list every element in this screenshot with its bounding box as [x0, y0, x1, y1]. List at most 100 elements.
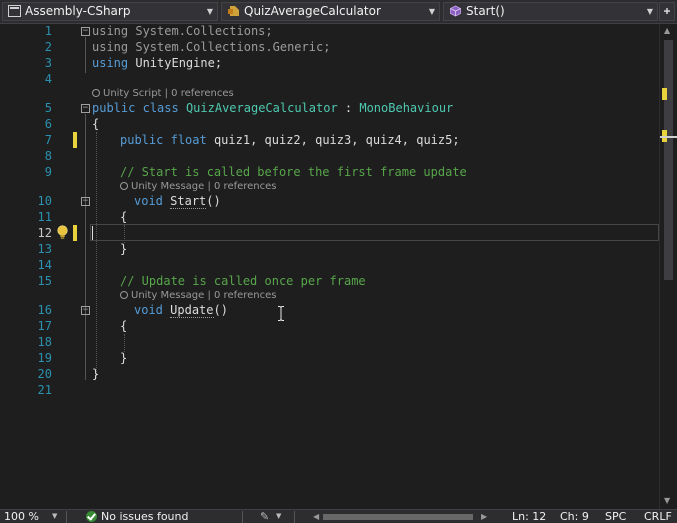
- code-comment[interactable]: // Update is called once per frame: [120, 273, 366, 289]
- code-line-17[interactable]: {: [120, 318, 127, 334]
- divider: [242, 511, 243, 523]
- outline-line: [85, 114, 86, 380]
- chevron-down-icon[interactable]: ▼: [276, 510, 281, 523]
- csharp-project-icon: [8, 5, 21, 17]
- line-number: 13: [37, 242, 52, 256]
- type-dropdown[interactable]: QuizAverageCalculator ▼: [221, 2, 440, 21]
- line-number: 17: [37, 319, 52, 333]
- chevron-down-icon: ▼: [428, 7, 435, 16]
- collapse-toggle[interactable]: −: [81, 104, 90, 113]
- line-number: 15: [37, 274, 52, 288]
- code-line-2[interactable]: using System.Collections.Generic;: [92, 39, 330, 55]
- keyword: class: [142, 101, 179, 115]
- line-indicator[interactable]: Ln: 12: [512, 510, 546, 523]
- keyword: public: [92, 101, 136, 115]
- line-ending-indicator[interactable]: CRLF: [644, 510, 672, 523]
- zoom-level[interactable]: 100 %: [4, 510, 39, 523]
- check-circle-icon: [86, 511, 97, 522]
- scroll-caret-marker: [660, 136, 677, 138]
- code-comment[interactable]: // Start is called before the first fram…: [120, 164, 467, 180]
- scroll-up-icon[interactable]: ▲: [664, 26, 670, 35]
- code-line-1[interactable]: using System.Collections;: [92, 23, 273, 39]
- scroll-right-icon[interactable]: ▶: [481, 510, 487, 523]
- line-number: 16: [37, 303, 52, 317]
- unity-icon: [92, 89, 100, 97]
- line-number: 2: [44, 40, 52, 54]
- brush-icon[interactable]: ✎: [260, 510, 269, 523]
- namespace: System.Collections;: [128, 24, 273, 38]
- line-number: 5: [44, 101, 52, 115]
- line-number: 21: [37, 383, 52, 397]
- keyword: void: [134, 303, 163, 317]
- code-line-6[interactable]: {: [92, 116, 99, 132]
- change-marker: [73, 225, 77, 241]
- base-class-name: MonoBehaviour: [359, 101, 454, 115]
- vertical-scrollbar[interactable]: ▲ ▼: [659, 24, 677, 509]
- collapse-toggle[interactable]: −: [81, 27, 90, 36]
- codelens-class-references[interactable]: Unity Script | 0 references: [92, 88, 234, 100]
- code-line-16[interactable]: void Update(): [134, 302, 228, 318]
- code-line-10[interactable]: void Start(): [134, 193, 221, 209]
- divider: [66, 511, 67, 523]
- code-line-11[interactable]: {: [120, 209, 127, 225]
- line-number: 9: [44, 165, 52, 179]
- collapse-toggle[interactable]: −: [81, 197, 90, 206]
- chevron-down-icon[interactable]: ▼: [52, 510, 57, 523]
- method-name: Update: [170, 303, 214, 318]
- line-number: 11: [37, 210, 52, 224]
- keyword: using: [92, 40, 129, 54]
- scrollbar-thumb[interactable]: [323, 514, 473, 520]
- codelens-update-references[interactable]: Unity Message | 0 references: [120, 290, 277, 302]
- line-number-current: 12: [37, 226, 52, 240]
- codelens-start-references[interactable]: Unity Message | 0 references: [120, 181, 277, 193]
- code-line-20[interactable]: }: [92, 366, 99, 382]
- project-dropdown[interactable]: Assembly-CSharp ▼: [2, 2, 218, 21]
- lightbulb-icon[interactable]: [56, 225, 69, 240]
- collapse-toggle[interactable]: −: [81, 306, 90, 315]
- unity-icon: [120, 182, 128, 190]
- line-number: 20: [37, 367, 52, 381]
- class-icon: [228, 6, 239, 16]
- code-line-7[interactable]: public float quiz1, quiz2, quiz3, quiz4,…: [120, 132, 460, 148]
- change-marker: [73, 132, 77, 148]
- keyword: void: [134, 194, 163, 208]
- keyword: float: [170, 133, 207, 147]
- chevron-down-icon: ▼: [646, 7, 653, 16]
- text-cursor-icon: [278, 306, 284, 321]
- code-line-13[interactable]: }: [120, 241, 127, 257]
- line-number: 8: [44, 149, 52, 163]
- member-name: Start(): [466, 4, 505, 18]
- scrollbar-thumb[interactable]: [664, 40, 673, 280]
- scroll-down-icon[interactable]: ▼: [664, 496, 670, 505]
- code-line-3[interactable]: using UnityEngine;: [92, 55, 222, 71]
- scroll-left-icon[interactable]: ◀: [313, 510, 319, 523]
- code-line-5[interactable]: public class QuizAverageCalculator : Mon…: [92, 100, 453, 116]
- method-cube-icon: [450, 5, 461, 17]
- line-number: 3: [44, 56, 52, 70]
- column-indicator[interactable]: Ch: 9: [560, 510, 589, 523]
- class-name: QuizAverageCalculator: [185, 101, 338, 115]
- issues-status[interactable]: No issues found: [101, 510, 188, 523]
- split-window-button[interactable]: ✚: [659, 2, 675, 21]
- keyword: using: [92, 56, 129, 70]
- current-line-highlight: [90, 224, 659, 241]
- keyword: using: [92, 24, 129, 38]
- whitespace-indicator[interactable]: SPC: [605, 510, 626, 523]
- type-name: QuizAverageCalculator: [244, 4, 381, 18]
- divider: [294, 511, 295, 523]
- namespace: UnityEngine;: [128, 56, 223, 70]
- field-declaration: quiz1, quiz2, quiz3, quiz4, quiz5;: [206, 133, 460, 147]
- horizontal-scrollbar[interactable]: ◀ ▶: [313, 512, 491, 522]
- line-number: 18: [37, 335, 52, 349]
- namespace: System.Collections.Generic;: [128, 40, 331, 54]
- indent-guide: [96, 132, 97, 378]
- code-line-19[interactable]: }: [120, 350, 127, 366]
- navigation-bar: Assembly-CSharp ▼ QuizAverageCalculator …: [0, 0, 677, 24]
- outline-line: [85, 37, 86, 73]
- member-dropdown[interactable]: Start() ▼: [443, 2, 658, 21]
- line-number: 1: [44, 24, 52, 38]
- line-number: 14: [37, 258, 52, 272]
- keyword: public: [120, 133, 164, 147]
- project-name: Assembly-CSharp: [25, 4, 131, 18]
- unity-icon: [120, 291, 128, 299]
